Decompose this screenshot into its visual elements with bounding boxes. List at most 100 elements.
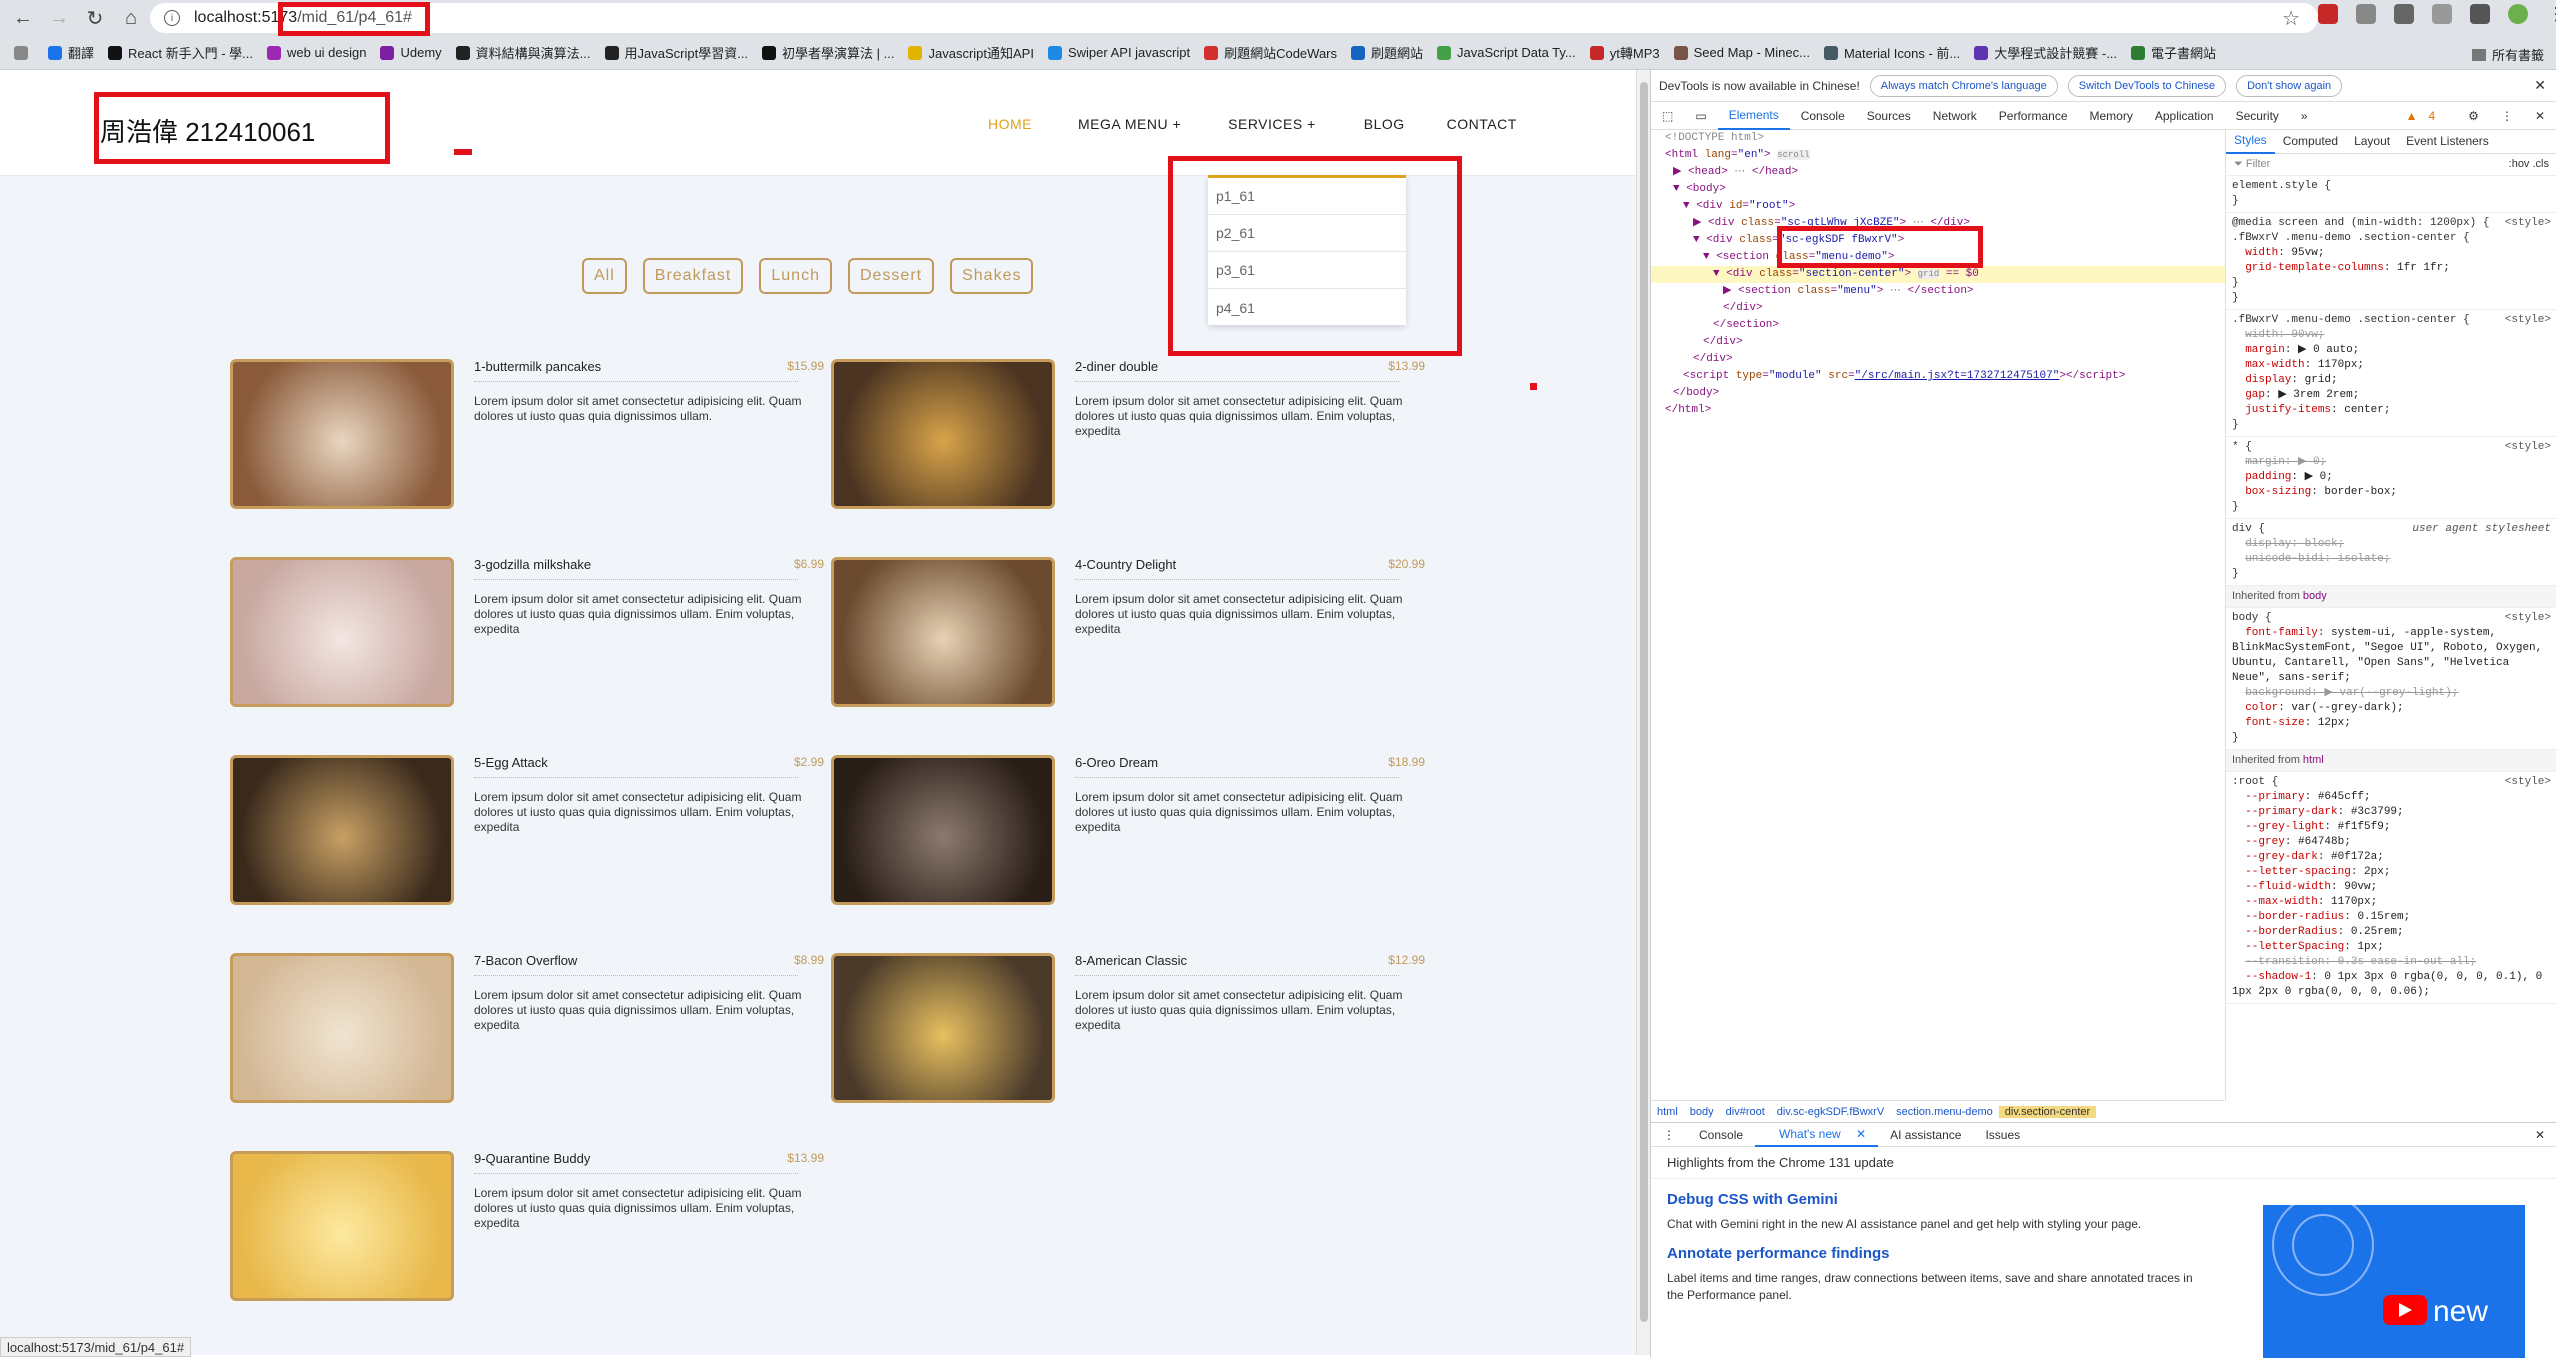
drawer-tab-ai-assistance[interactable]: AI assistance — [1878, 1128, 1973, 1142]
bookmark-item[interactable]: Udemy — [380, 43, 442, 62]
bookmark-item[interactable]: 用JavaScript學習資... — [604, 43, 748, 62]
all-bookmarks[interactable]: 所有書籤 — [2471, 45, 2544, 64]
dom-line[interactable]: <script type="module" src="/src/main.jsx… — [1651, 368, 2225, 385]
bookmark-item[interactable]: 初學者學演算法 | ... — [762, 43, 894, 62]
dom-line[interactable]: <html lang="en"> scroll — [1651, 147, 2225, 164]
match-language-button[interactable]: Always match Chrome's language — [1869, 74, 2058, 97]
dom-line[interactable]: </div> — [1651, 334, 2225, 351]
crumb-html[interactable]: html — [1651, 1106, 1684, 1118]
nav-home[interactable]: HOME — [988, 116, 1032, 132]
filter-tools[interactable]: :hov .cls — [2509, 157, 2549, 172]
dom-line[interactable]: </body> — [1651, 385, 2225, 402]
pin-icon[interactable] — [2432, 4, 2452, 24]
drawer-tab-whats-new[interactable]: What's new ✕ — [1755, 1123, 1879, 1147]
back-icon[interactable]: ← — [10, 5, 36, 31]
scrollbar-thumb[interactable] — [1640, 82, 1648, 1322]
nav-mega-menu[interactable]: MEGA MENU + — [1078, 116, 1181, 132]
bookmark-star-icon[interactable]: ☆ — [2282, 6, 2300, 31]
dom-line-selected[interactable]: ▼ <div class="section-center"> grid == $… — [1651, 266, 2225, 283]
extensions-puzzle-icon[interactable] — [2356, 4, 2376, 24]
home-icon[interactable]: ⌂ — [118, 5, 144, 31]
devtools-close-icon[interactable]: ✕ — [2524, 109, 2556, 123]
reload-icon[interactable]: ↻ — [82, 5, 108, 31]
bookmark-item[interactable]: web ui design — [266, 43, 366, 62]
crumb-section[interactable]: section.menu-demo — [1890, 1106, 1999, 1118]
dom-line[interactable]: </section> — [1651, 317, 2225, 334]
filter-all[interactable]: All — [582, 258, 627, 294]
style-rule[interactable]: <style> * { margin: ▶ 0; padding: ▶ 0; bo… — [2226, 437, 2556, 519]
drawer-menu-icon[interactable]: ⋮ — [1651, 1128, 1687, 1142]
filter-lunch[interactable]: Lunch — [759, 258, 832, 294]
style-rule[interactable]: <style>:root { --primary: #645cff; --pri… — [2226, 772, 2556, 1004]
nav-blog[interactable]: BLOG — [1364, 116, 1405, 132]
bookmark-item[interactable]: 刷題網站 — [1351, 43, 1423, 62]
bookmark-item[interactable]: React 新手入門 - 學... — [108, 43, 253, 62]
elements-tree[interactable]: <!DOCTYPE html> <html lang="en"> scroll … — [1651, 130, 2225, 1100]
style-rule[interactable]: <style> .fBwxrV .menu-demo .section-cente… — [2226, 310, 2556, 437]
nav-services[interactable]: SERVICES + — [1228, 116, 1316, 132]
switch-chinese-button[interactable]: Switch DevTools to Chinese — [2067, 74, 2227, 97]
filter-breakfast[interactable]: Breakfast — [642, 258, 744, 294]
filter-dessert[interactable]: Dessert — [847, 258, 935, 294]
extension-icon[interactable] — [2318, 4, 2338, 24]
tab-application[interactable]: Application — [2144, 109, 2225, 123]
tab-event-listeners[interactable]: Event Listeners — [2398, 134, 2497, 149]
crumb-body[interactable]: body — [1684, 1106, 1720, 1118]
styles-filter[interactable]: ⏷ Filter:hov .cls — [2226, 154, 2556, 176]
crumb-div[interactable]: div.sc-egkSDF.fBwxrV — [1771, 1106, 1890, 1118]
close-icon[interactable]: ✕ — [2534, 77, 2546, 94]
dom-line[interactable]: </div> — [1651, 351, 2225, 368]
tab-layout[interactable]: Layout — [2346, 134, 2398, 149]
bookmark-item[interactable]: Material Icons - 前... — [1823, 43, 1960, 62]
forward-icon[interactable]: → — [46, 5, 72, 31]
crumb-section-center[interactable]: div.section-center — [1998, 1105, 2097, 1118]
address-bar[interactable]: i localhost:5173/mid_61/p4_61# ☆ — [150, 3, 2318, 33]
tab-sources[interactable]: Sources — [1856, 109, 1922, 123]
dom-line[interactable]: </html> — [1651, 402, 2225, 419]
bookmark-item[interactable]: Seed Map - Minec... — [1673, 43, 1810, 62]
devtools-menu-icon[interactable]: ⋮ — [2490, 109, 2524, 123]
bookmark-item[interactable]: 資料結構與演算法... — [455, 43, 591, 62]
device-toolbar-icon[interactable]: ▭ — [1684, 109, 1717, 123]
tab-network[interactable]: Network — [1922, 109, 1988, 123]
more-menu-icon[interactable]: ⋮ — [2546, 4, 2556, 24]
dom-line[interactable]: </div> — [1651, 300, 2225, 317]
tab-performance[interactable]: Performance — [1988, 109, 2079, 123]
style-rule[interactable]: user agent stylesheet div { display: bloc… — [2226, 519, 2556, 586]
issues-badge[interactable]: ▲ 4 — [2395, 109, 2458, 123]
more-tabs-icon[interactable]: » — [2290, 109, 2319, 123]
dom-line[interactable]: ▶ <section class="menu"> ⋯ </section> — [1651, 283, 2225, 300]
tab-console[interactable]: Console — [1790, 109, 1856, 123]
bookmark-item[interactable]: JavaScript Data Ty... — [1437, 43, 1576, 62]
dom-line[interactable]: ▶ <head> ⋯ </head> — [1651, 164, 2225, 181]
tab-security[interactable]: Security — [2225, 109, 2290, 123]
bookmark-item[interactable]: 電子書網站 — [2131, 43, 2216, 62]
media-icon[interactable] — [2394, 4, 2414, 24]
tab-computed[interactable]: Computed — [2275, 134, 2346, 149]
settings-gear-icon[interactable]: ⚙ — [2457, 109, 2490, 123]
bookmark-item[interactable]: Swiper API javascript — [1047, 43, 1190, 62]
bookmark-item[interactable]: 大學程式設計競賽 -... — [1974, 43, 2117, 62]
bookmark-item[interactable]: Javascript通知API — [908, 43, 1034, 62]
drawer-tab-issues[interactable]: Issues — [1973, 1128, 2032, 1142]
dom-line[interactable]: ▼ <div id="root"> — [1651, 198, 2225, 215]
tab-memory[interactable]: Memory — [2079, 109, 2144, 123]
drawer-tab-console[interactable]: Console — [1687, 1128, 1755, 1142]
bookmark-item[interactable]: 翻譯 — [48, 43, 94, 62]
page-scrollbar[interactable] — [1636, 70, 1650, 1355]
dom-line[interactable]: ▼ <body> — [1651, 181, 2225, 198]
style-rule[interactable]: <style> @media screen and (min-width: 120… — [2226, 213, 2556, 310]
dont-show-button[interactable]: Don't show again — [2236, 74, 2343, 97]
nav-contact[interactable]: CONTACT — [1447, 116, 1517, 132]
style-rule[interactable]: element.style {} — [2226, 176, 2556, 213]
profile-avatar[interactable] — [2508, 4, 2528, 24]
filter-shakes[interactable]: Shakes — [950, 258, 1034, 294]
bookmark-item[interactable]: yt轉MP3 — [1589, 43, 1660, 62]
apps-icon[interactable] — [14, 45, 34, 60]
bookmark-item[interactable]: 刷題網站CodeWars — [1204, 43, 1337, 62]
style-rule[interactable]: <style> body { font-family: system-ui, -a… — [2226, 608, 2556, 750]
download-icon[interactable] — [2470, 4, 2490, 24]
tab-styles[interactable]: Styles — [2226, 130, 2275, 154]
tab-elements[interactable]: Elements — [1717, 102, 1790, 130]
drawer-close-icon[interactable]: ✕ — [2523, 1128, 2556, 1142]
